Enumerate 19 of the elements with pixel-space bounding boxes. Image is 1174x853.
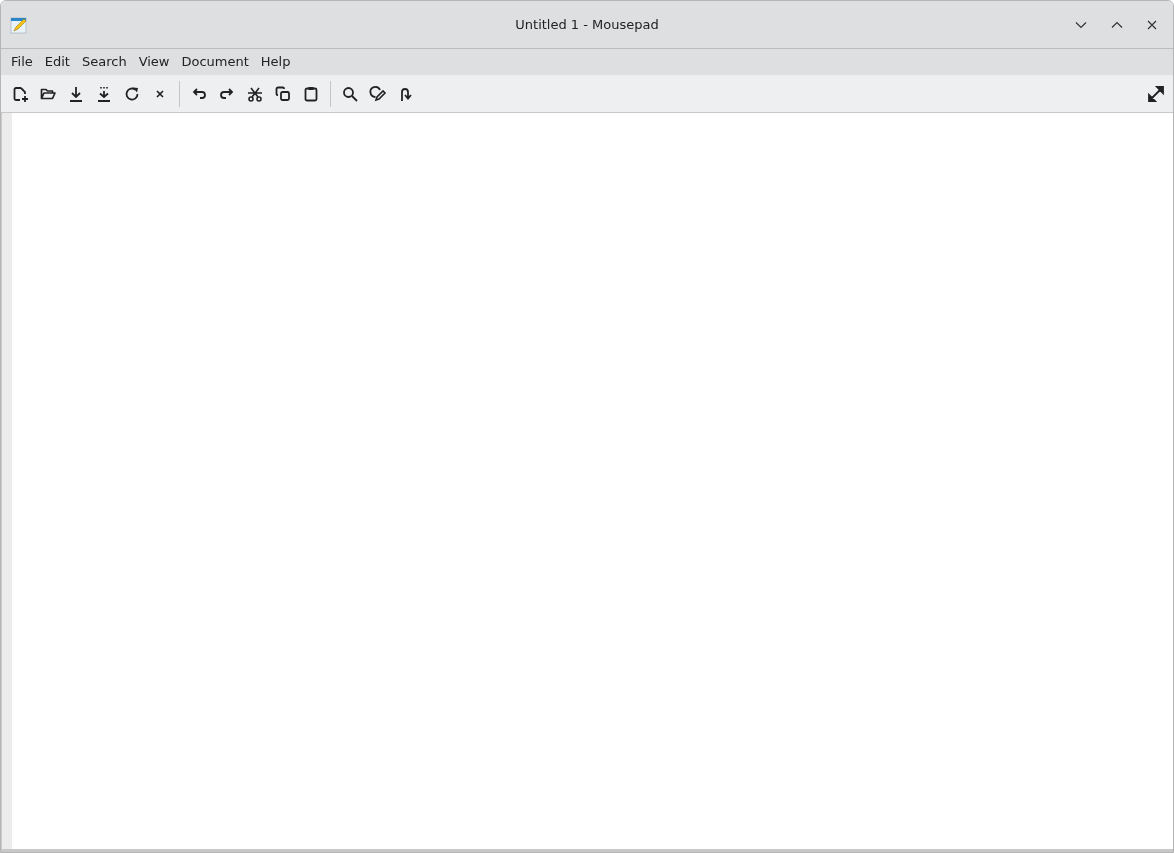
copy-icon[interactable] (274, 84, 292, 103)
notepad-pencil-icon (10, 15, 28, 34)
menu-item[interactable]: Document (175, 52, 255, 72)
search-pencil-icon[interactable] (369, 84, 387, 103)
fullscreen-icon[interactable] (1147, 84, 1165, 103)
close-icon[interactable] (1147, 19, 1157, 30)
menu-item[interactable]: Help (254, 52, 297, 72)
download-dotted-icon[interactable] (95, 84, 113, 103)
download-icon[interactable] (67, 84, 85, 103)
new-document-icon[interactable] (11, 84, 29, 103)
maximize-icon[interactable] (1111, 20, 1123, 29)
window-title: Untitled 1 - Mousepad (514, 17, 660, 32)
menu-item[interactable]: View (132, 52, 176, 72)
menu-item[interactable]: File (5, 52, 39, 72)
menu-item[interactable]: Search (75, 52, 133, 72)
minimize-icon[interactable] (1075, 20, 1087, 29)
clipboard-icon[interactable] (302, 84, 320, 103)
search-icon[interactable] (341, 84, 359, 103)
menu-item[interactable]: Edit (38, 52, 76, 72)
